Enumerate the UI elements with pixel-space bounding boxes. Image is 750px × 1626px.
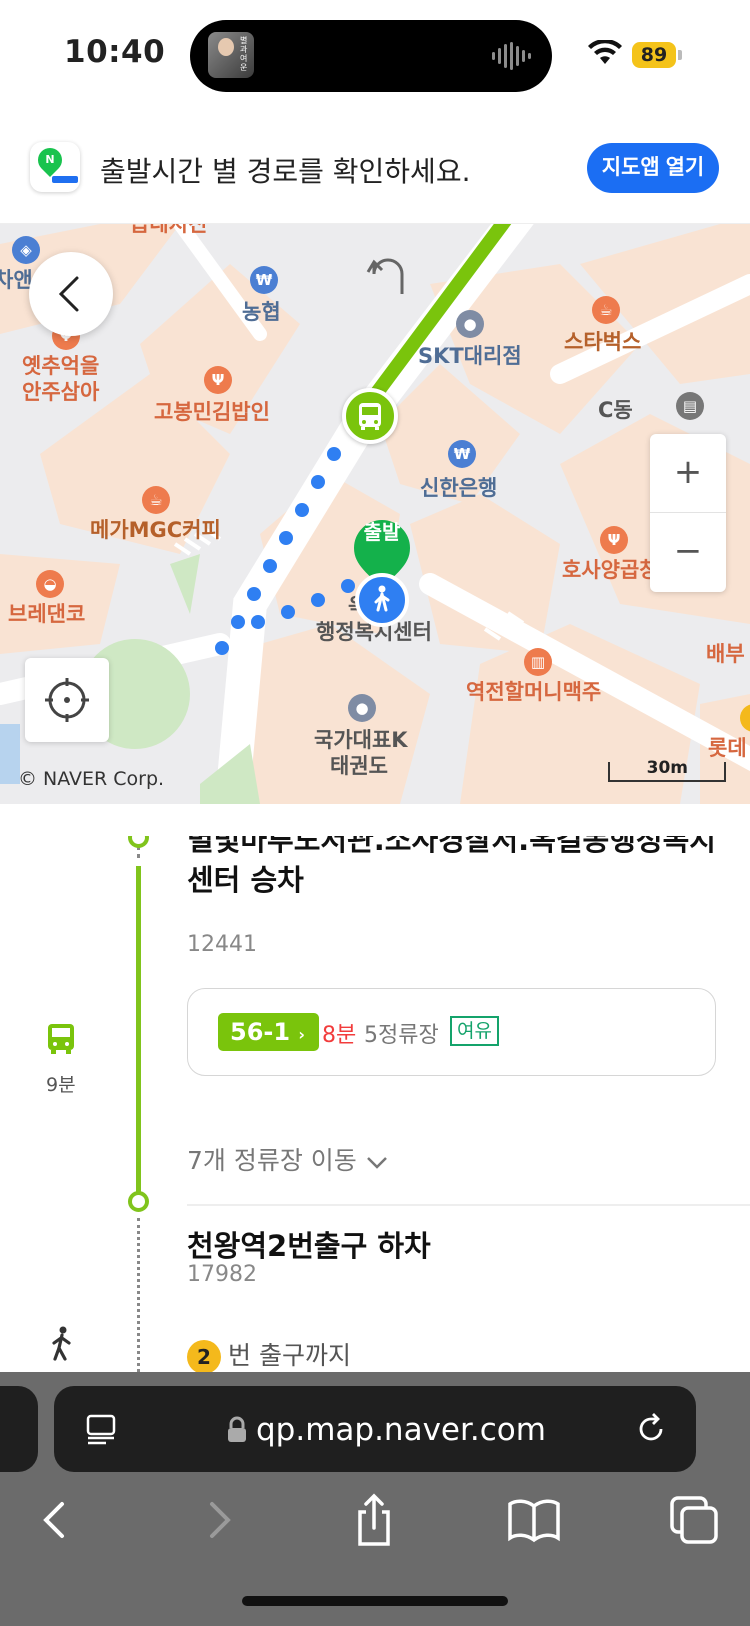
cafe-icon: ☕ xyxy=(592,296,620,324)
map-label[interactable]: 역전할머니맥주 xyxy=(466,676,601,706)
bus-segment-line xyxy=(136,866,141,1202)
url-text: qp.map.naver.com xyxy=(256,1412,546,1448)
album-art-text: 별과여운 xyxy=(240,36,248,72)
previous-tab-preview[interactable] xyxy=(0,1386,38,1472)
bus-route-badge[interactable]: 56-1 › xyxy=(218,1013,320,1051)
bus-arrival-time: 8분 xyxy=(322,1023,357,1048)
app-promo-banner[interactable]: N 출발시간 별 경로를 확인하세요. 지도앱 열기 xyxy=(0,112,750,224)
audio-waveform-icon xyxy=(492,42,531,70)
atm-icon: ₩ xyxy=(448,440,476,468)
wifi-icon xyxy=(588,40,622,64)
map-label[interactable]: 호사양곱창 xyxy=(562,554,659,584)
battery-indicator: 89 xyxy=(632,42,676,68)
address-bar[interactable]: qp.map.naver.com xyxy=(54,1386,696,1472)
restaurant-icon: Ψ xyxy=(600,526,628,554)
map-label[interactable]: 롯데 xyxy=(708,732,747,762)
open-map-app-button[interactable]: 지도앱 열기 xyxy=(587,143,719,193)
map-label[interactable]: 스타벅스 xyxy=(564,326,641,356)
chevron-left-icon xyxy=(58,276,79,312)
map-label[interactable]: 배부 xyxy=(706,638,745,668)
album-art-icon: 별과여운 xyxy=(208,32,254,78)
map-label[interactable]: SKT대리점 xyxy=(418,340,522,370)
bus-icon xyxy=(359,403,381,430)
zoom-in-button[interactable]: + xyxy=(650,434,726,513)
expand-stops-toggle[interactable]: 7개 정류장 이동 xyxy=(187,1141,389,1177)
board-stop-name-line2[interactable]: 센터 승차 xyxy=(187,860,304,900)
alight-stop-node xyxy=(128,1191,149,1212)
back-arrow-icon[interactable] xyxy=(26,1490,86,1550)
bus-info-card[interactable]: 56-1 › 8분 5정류장 여유 xyxy=(187,988,716,1076)
share-icon[interactable] xyxy=(344,1490,404,1550)
map-label: 곱데지진 xyxy=(130,224,208,236)
map-label[interactable]: 브레댄코 xyxy=(8,598,85,628)
back-button[interactable] xyxy=(29,252,113,336)
exit-direction-text: 번 출구까지 xyxy=(228,1341,351,1370)
stops-remaining: 5정류장 xyxy=(364,1023,439,1048)
map-route-separator xyxy=(0,804,750,838)
reader-mode-icon[interactable] xyxy=(84,1412,118,1446)
browser-toolbar: qp.map.naver.com xyxy=(0,1372,750,1626)
board-stop-node xyxy=(128,836,149,848)
status-bar: 10:40 별과여운 89 xyxy=(0,0,750,112)
alight-stop-name[interactable]: 천왕역2번출구 하차 xyxy=(187,1226,431,1266)
start-label: 출발 xyxy=(363,520,401,544)
map-label: C동 xyxy=(598,398,633,422)
map-label[interactable]: 농협 xyxy=(242,296,281,326)
walk-icon xyxy=(52,1326,71,1361)
map-copyright: © NAVER Corp. xyxy=(18,768,165,790)
atm-icon: ₩ xyxy=(250,266,278,294)
ride-duration: 9분 xyxy=(46,1074,76,1096)
bus-number: 56-1 xyxy=(230,1018,291,1046)
bookmarks-icon[interactable] xyxy=(504,1490,564,1550)
map-view[interactable]: ₩ ₩ ● ● Ψ Ψ Ψ ☕ ☕ ◒ ▥ ▤ ◈ 곱데지진 차앤 농협 옛추억… xyxy=(0,224,750,804)
lock-icon xyxy=(228,1416,246,1442)
naver-map-logo-icon: N xyxy=(30,142,80,192)
pin-icon: ● xyxy=(456,310,484,338)
logo-letter: N xyxy=(45,153,55,166)
alight-stop-id: 17982 xyxy=(187,1262,257,1287)
map-label[interactable]: 메가MGC커피 xyxy=(90,514,221,544)
battery-tip xyxy=(678,50,682,60)
bus-stop-marker[interactable] xyxy=(342,388,398,444)
map-label[interactable]: 태권도 xyxy=(330,750,388,780)
bus-icon xyxy=(48,1024,74,1054)
chevron-down-icon xyxy=(366,1157,387,1169)
map-label[interactable]: 안주삼아 xyxy=(22,376,99,406)
expand-stops-label: 7개 정류장 이동 xyxy=(187,1146,357,1175)
crosshair-icon xyxy=(45,678,89,722)
divider xyxy=(187,1204,750,1206)
map-scale: 30m xyxy=(608,758,726,782)
reload-icon[interactable] xyxy=(634,1412,668,1446)
map-label[interactable]: 신한은행 xyxy=(420,472,497,502)
map-label: 차앤 xyxy=(0,268,33,292)
exit-number-badge: 2 xyxy=(187,1340,221,1372)
scale-label: 30m xyxy=(646,758,688,778)
restaurant-icon: Ψ xyxy=(204,366,232,394)
zoom-control: + − xyxy=(650,434,726,592)
dynamic-island[interactable]: 별과여운 xyxy=(190,20,552,92)
forward-arrow-icon[interactable] xyxy=(188,1490,248,1550)
current-location-button[interactable] xyxy=(25,658,109,742)
banner-message: 출발시간 별 경로를 확인하세요. xyxy=(100,155,471,188)
pin-icon: ● xyxy=(348,694,376,722)
route-details: 별빛마루도서관.소사경찰서.옥길동행정복지 센터 승차 12441 9분 56-… xyxy=(0,836,750,1372)
board-stop-name[interactable]: 별빛마루도서관.소사경찰서.옥길동행정복지 xyxy=(187,836,716,860)
clock: 10:40 xyxy=(64,34,166,70)
zoom-out-button[interactable]: − xyxy=(650,513,726,592)
bakery-icon: ◒ xyxy=(36,570,64,598)
crowd-status-badge: 여유 xyxy=(450,1016,499,1046)
tabs-icon[interactable] xyxy=(664,1490,724,1550)
map-label[interactable]: 고봉민김밥인 xyxy=(154,396,270,426)
board-stop-id: 12441 xyxy=(187,932,257,957)
bar-icon: ▥ xyxy=(524,648,552,676)
cafe-icon: ☕ xyxy=(142,486,170,514)
walk-segment xyxy=(137,1218,140,1372)
movie-icon: ▤ xyxy=(676,392,704,420)
home-indicator xyxy=(242,1596,508,1606)
